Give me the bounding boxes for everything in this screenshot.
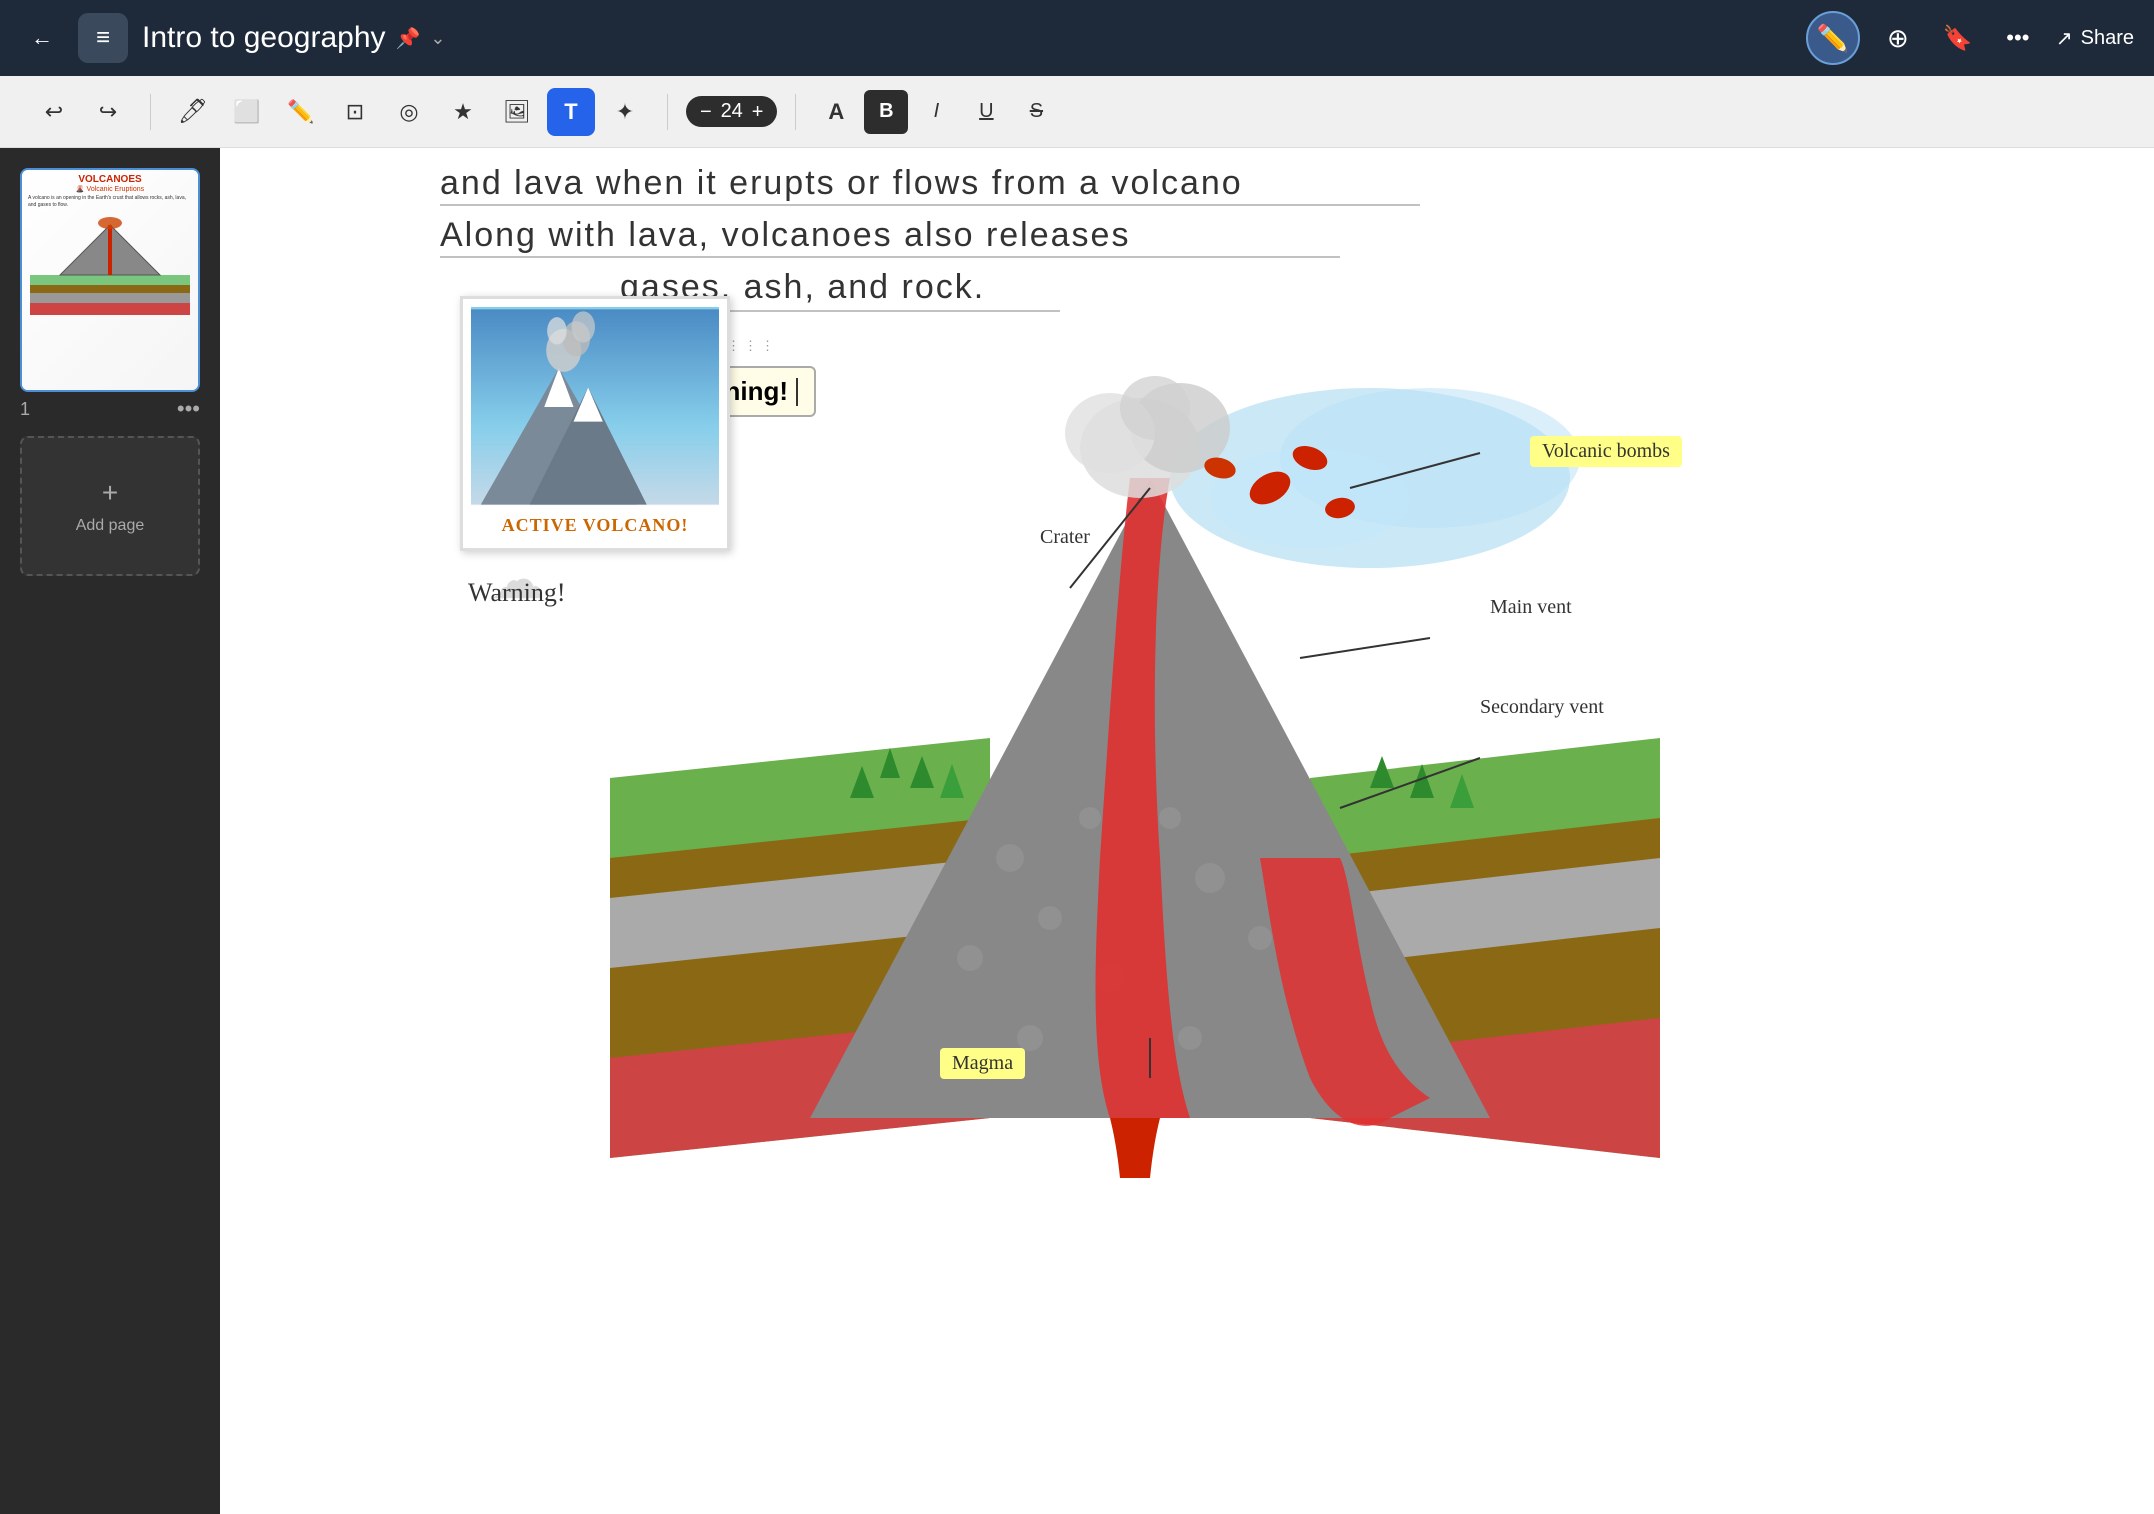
lasso-icon: ◎	[399, 99, 418, 125]
share-button[interactable]: ↗ Share	[2056, 26, 2134, 51]
thumbnail-preview: VOLCANOES 🌋 Volcanic Eruptions A volcano…	[22, 170, 198, 390]
italic-button[interactable]: I	[914, 90, 958, 134]
pencil-icon: ✏️	[1817, 23, 1849, 54]
eraser-tool-button[interactable]: ⬜	[223, 88, 271, 136]
undo-button[interactable]: ↩	[30, 88, 78, 136]
chevron-down-icon[interactable]: ⌄	[430, 28, 445, 49]
add-page-label: Add page	[76, 517, 145, 535]
page-more-button[interactable]: •••	[177, 396, 200, 422]
pencil-tool-icon: ✏️	[287, 99, 314, 125]
magic-tool-button[interactable]: ✦	[601, 88, 649, 136]
sidebar: VOLCANOES 🌋 Volcanic Eruptions A volcano…	[0, 148, 220, 1514]
page-row: 1 •••	[20, 396, 200, 422]
bold-icon: B	[879, 100, 893, 123]
strikethrough-icon: S	[1030, 100, 1043, 123]
undo-icon: ↩	[45, 99, 63, 125]
add-page-plus-icon: +	[102, 477, 118, 509]
warning-below-text: Warning!	[468, 578, 566, 608]
pen-tool-button[interactable]: 🖊	[169, 88, 217, 136]
add-icon: ⊕	[1887, 23, 1909, 54]
lasso-button[interactable]: ◎	[385, 88, 433, 136]
toolbar-divider-3	[795, 94, 796, 130]
toolbar: ↩ ↪ 🖊 ⬜ ✏️ ⊡ ◎ ★ 🖼 T ✦	[0, 76, 2154, 148]
toolbar-divider-2	[667, 94, 668, 130]
text-tool-button[interactable]: T	[547, 88, 595, 136]
star-button[interactable]: ★	[439, 88, 487, 136]
select-rect-icon: ⊡	[346, 99, 364, 125]
title-area: Intro to geography 📌 ⌄	[142, 21, 446, 55]
redo-icon: ↪	[99, 99, 117, 125]
pencil-active-button[interactable]: ✏️	[1806, 11, 1860, 65]
bookmark-icon: 🔖	[1943, 24, 1973, 53]
pencil-tool-button[interactable]: ✏️	[277, 88, 325, 136]
font-a-icon: A	[828, 99, 844, 125]
font-size-control: − 24 +	[686, 96, 777, 127]
image-icon: 🖼	[503, 99, 531, 125]
font-size-value: 24	[718, 100, 746, 123]
italic-icon: I	[934, 100, 940, 123]
font-color-button[interactable]: A	[814, 90, 858, 134]
notebook-icon: ≡	[78, 13, 128, 63]
underline-2	[440, 256, 1340, 258]
page-content: and lava when it erupts or flows from a …	[220, 148, 2154, 1514]
strikethrough-button[interactable]: S	[1014, 90, 1058, 134]
volcano-diagram	[610, 358, 1660, 1178]
text-line-2: Along with lava, volcanoes also releases	[440, 216, 1130, 255]
pin-icon: 📌	[396, 26, 421, 51]
add-page-header-button[interactable]: ⊕	[1876, 16, 1920, 60]
underline-button[interactable]: U	[964, 90, 1008, 134]
toolbar-divider-1	[150, 94, 151, 130]
share-icon: ↗	[2056, 26, 2073, 51]
volcanic-bombs-label: Volcanic bombs	[1530, 436, 1682, 467]
header: ← ≡ Intro to geography 📌 ⌄ ✏️ ⊕ 🔖 ••• ↗ …	[0, 0, 2154, 76]
text-line-1: and lava when it erupts or flows from a …	[440, 164, 1243, 203]
magic-icon: ✦	[616, 99, 634, 125]
redo-button[interactable]: ↪	[84, 88, 132, 136]
bookmark-button[interactable]: 🔖	[1936, 16, 1980, 60]
more-icon: •••	[2006, 25, 2029, 51]
back-icon: ←	[31, 25, 53, 51]
secondary-vent-label: Secondary vent	[1480, 696, 1604, 719]
page-number: 1	[20, 399, 30, 420]
more-options-button[interactable]: •••	[1996, 16, 2040, 60]
font-size-decrease-button[interactable]: −	[700, 102, 712, 122]
star-icon: ★	[453, 99, 473, 125]
text-tool-icon: T	[564, 99, 577, 125]
eraser-icon: ⬜	[233, 99, 260, 125]
back-button[interactable]: ←	[20, 16, 64, 60]
undo-redo-group: ↩ ↪	[30, 88, 132, 136]
image-insert-button[interactable]: 🖼	[493, 88, 541, 136]
share-label: Share	[2081, 27, 2134, 50]
add-page-button[interactable]: + Add page	[20, 436, 200, 576]
main-vent-label: Main vent	[1490, 596, 1572, 619]
drawing-tools-group: 🖊 ⬜ ✏️ ⊡ ◎ ★ 🖼 T ✦	[169, 88, 649, 136]
underline-icon: U	[979, 100, 993, 123]
crater-label: Crater	[1040, 526, 1090, 549]
pen-icon: 🖊	[178, 97, 208, 126]
header-right: ✏️ ⊕ 🔖 ••• ↗ Share	[1806, 11, 2134, 65]
underline-1	[440, 204, 1420, 206]
main-canvas: and lava when it erupts or flows from a …	[220, 148, 2154, 1514]
select-rect-button[interactable]: ⊡	[331, 88, 379, 136]
header-left: ← ≡ Intro to geography 📌 ⌄	[20, 13, 446, 63]
magma-label: Magma	[940, 1048, 1025, 1079]
page-1-thumbnail[interactable]: VOLCANOES 🌋 Volcanic Eruptions A volcano…	[20, 168, 200, 392]
text-format-group: A B I U S	[814, 90, 1058, 134]
document-title: Intro to geography	[142, 21, 386, 55]
font-size-increase-button[interactable]: +	[752, 102, 764, 122]
bold-button[interactable]: B	[864, 90, 908, 134]
